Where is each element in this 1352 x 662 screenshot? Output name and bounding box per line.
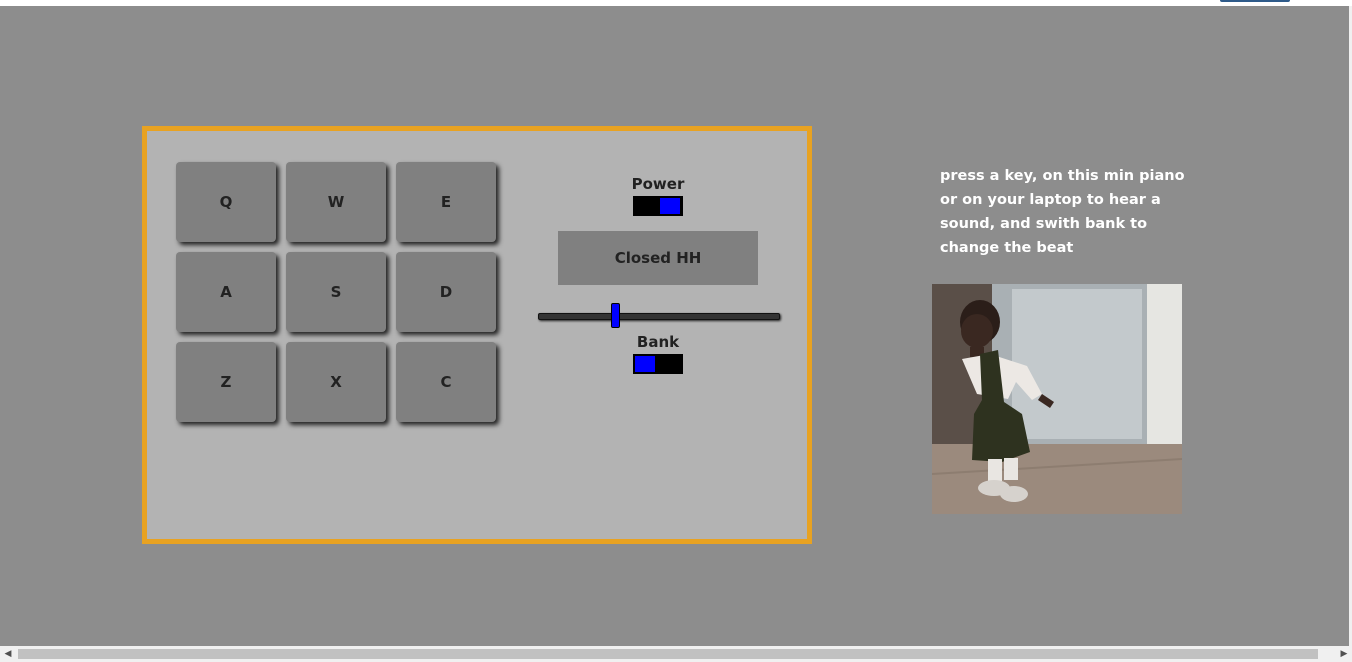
scroll-right-icon[interactable]: ▶ <box>1336 646 1352 662</box>
drum-pad-s[interactable]: S <box>286 252 386 332</box>
instructions-text: press a key, on this min piano or on you… <box>940 168 1185 256</box>
drum-pad-q[interactable]: Q <box>176 162 276 242</box>
child-photo <box>932 284 1182 514</box>
power-toggle-knob[interactable] <box>659 197 681 215</box>
drum-pad-e[interactable]: E <box>396 162 496 242</box>
scroll-left-icon[interactable]: ◀ <box>0 646 16 662</box>
volume-slider[interactable] <box>538 303 780 328</box>
drum-pad-x[interactable]: X <box>286 342 386 422</box>
browser-tab-indicator <box>1220 0 1290 2</box>
drum-pad-d[interactable]: D <box>396 252 496 332</box>
sound-display: Closed HH <box>558 231 758 285</box>
horizontal-scrollbar[interactable]: ◀ ▶ <box>0 646 1352 662</box>
bank-toggle[interactable] <box>633 354 683 374</box>
horizontal-scrollbar-thumb[interactable] <box>18 649 1318 659</box>
drum-pad-w[interactable]: W <box>286 162 386 242</box>
drum-machine: Q W E A S D Z X C Power Closed HH Bank <box>142 126 812 544</box>
drum-pad-a[interactable]: A <box>176 252 276 332</box>
child-photo-illustration <box>932 284 1182 514</box>
drum-pad-c[interactable]: C <box>396 342 496 422</box>
power-label: Power <box>631 175 685 193</box>
bank-label: Bank <box>636 333 680 351</box>
power-toggle[interactable] <box>633 196 683 216</box>
browser-top-bar <box>0 0 1352 6</box>
volume-slider-thumb[interactable] <box>611 303 620 328</box>
drum-pad-z[interactable]: Z <box>176 342 276 422</box>
bank-toggle-knob[interactable] <box>634 355 656 373</box>
